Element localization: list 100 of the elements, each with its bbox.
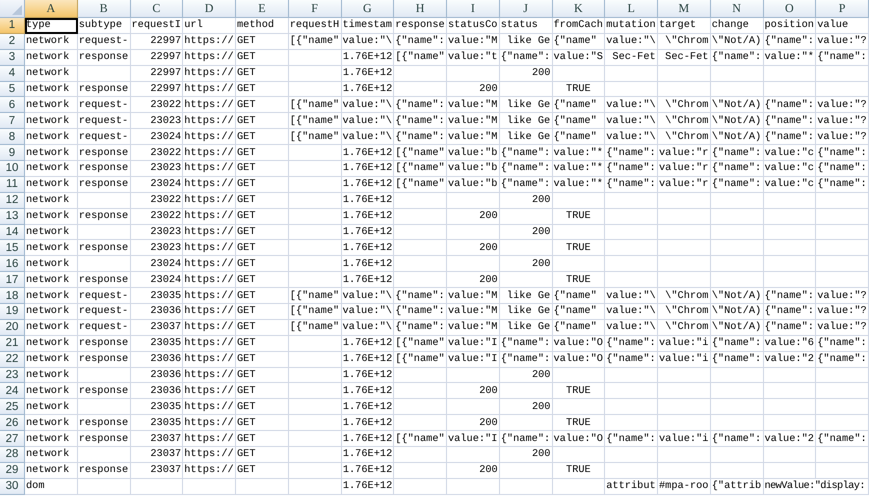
column-header[interactable]: C bbox=[130, 0, 184, 18]
empty-cell bbox=[447, 478, 500, 495]
empty-cell bbox=[605, 256, 658, 272]
table-cell: 22997 bbox=[130, 66, 184, 82]
row-header[interactable]: 28 bbox=[0, 447, 25, 463]
column-header[interactable]: O bbox=[764, 0, 816, 18]
row-header[interactable]: 20 bbox=[0, 320, 25, 336]
column-header[interactable]: J bbox=[500, 0, 552, 18]
table-cell: https:// bbox=[183, 368, 236, 384]
column-header[interactable]: P bbox=[816, 0, 869, 18]
table-cell: {"name": bbox=[764, 320, 816, 336]
table-cell: fromCach bbox=[552, 18, 606, 34]
table-cell: https:// bbox=[183, 288, 236, 304]
empty-cell bbox=[764, 66, 816, 82]
select-all-button[interactable] bbox=[0, 0, 25, 18]
empty-cell bbox=[447, 224, 500, 240]
empty-cell bbox=[710, 415, 764, 432]
table-cell: GET bbox=[236, 82, 289, 98]
row-header[interactable]: 21 bbox=[0, 336, 25, 352]
column-header[interactable]: N bbox=[710, 0, 764, 18]
table-cell: \"Not/A) bbox=[710, 129, 764, 146]
table-cell: https:// bbox=[183, 383, 236, 400]
table-cell: GET bbox=[236, 34, 289, 50]
row-header[interactable]: 3 bbox=[0, 50, 25, 66]
empty-cell bbox=[394, 272, 447, 288]
table-cell: GET bbox=[236, 208, 289, 225]
table-cell: GET bbox=[236, 415, 289, 432]
row-header[interactable]: 6 bbox=[0, 97, 25, 114]
empty-cell bbox=[605, 368, 658, 384]
column-header[interactable]: K bbox=[552, 0, 606, 18]
column-header[interactable]: A bbox=[25, 0, 78, 18]
table-cell: https:// bbox=[183, 208, 236, 225]
table-cell: {"name": bbox=[605, 336, 658, 352]
table-cell: value:"M bbox=[447, 129, 500, 146]
column-header[interactable]: F bbox=[288, 0, 342, 18]
row-header[interactable]: 8 bbox=[0, 129, 25, 146]
table-cell: GET bbox=[236, 145, 289, 162]
table-cell: {"name": bbox=[710, 352, 764, 368]
row-header[interactable]: 14 bbox=[0, 224, 25, 240]
table-cell: {"name": bbox=[816, 50, 869, 66]
table-cell: method bbox=[236, 18, 289, 34]
table-cell: Sec-Fet bbox=[605, 50, 658, 66]
row-header[interactable]: 13 bbox=[0, 208, 25, 225]
row-header[interactable]: 24 bbox=[0, 383, 25, 400]
row-header[interactable]: 10 bbox=[0, 161, 25, 177]
table-cell: 23022 bbox=[130, 97, 184, 114]
row-header[interactable]: 7 bbox=[0, 113, 25, 130]
row-header[interactable]: 16 bbox=[0, 256, 25, 272]
empty-cell bbox=[447, 399, 500, 416]
row-header[interactable]: 4 bbox=[0, 66, 25, 82]
empty-cell bbox=[288, 176, 342, 193]
row-header[interactable]: 25 bbox=[0, 399, 25, 416]
table-cell: 200 bbox=[447, 415, 500, 432]
column-header[interactable]: I bbox=[447, 0, 500, 18]
table-cell: \"Not/A) bbox=[710, 320, 764, 336]
empty-cell bbox=[816, 240, 869, 256]
empty-cell bbox=[394, 82, 447, 98]
table-cell: GET bbox=[236, 336, 289, 352]
row-header[interactable]: 19 bbox=[0, 304, 25, 320]
table-cell: value:"\ bbox=[342, 97, 394, 114]
row-header[interactable]: 27 bbox=[0, 431, 25, 448]
table-cell: [{"name" bbox=[288, 97, 342, 114]
row-header[interactable]: 29 bbox=[0, 462, 25, 479]
table-cell: {"name": bbox=[394, 288, 447, 304]
row-header[interactable]: 2 bbox=[0, 34, 25, 50]
row-header[interactable]: 26 bbox=[0, 415, 25, 432]
row-header[interactable]: 11 bbox=[0, 176, 25, 193]
table-cell: https:// bbox=[183, 256, 236, 272]
column-header[interactable]: G bbox=[342, 0, 394, 18]
row-header[interactable]: 5 bbox=[0, 82, 25, 98]
table-cell: {"name": bbox=[394, 113, 447, 130]
column-header[interactable]: L bbox=[605, 0, 658, 18]
table-cell: {"name": bbox=[710, 145, 764, 162]
row-header[interactable]: 12 bbox=[0, 192, 25, 209]
column-header[interactable]: E bbox=[236, 0, 289, 18]
table-cell: value:"\ bbox=[342, 288, 394, 304]
column-header[interactable]: B bbox=[78, 0, 130, 18]
column-header[interactable]: H bbox=[394, 0, 447, 18]
table-cell: 23035 bbox=[130, 399, 184, 416]
row-header[interactable]: 15 bbox=[0, 240, 25, 256]
table-cell: 23022 bbox=[130, 145, 184, 162]
row-header[interactable]: 23 bbox=[0, 368, 25, 384]
table-cell: response bbox=[78, 431, 130, 448]
column-header[interactable]: M bbox=[658, 0, 711, 18]
table-cell: 22997 bbox=[130, 50, 184, 66]
row-header[interactable]: 9 bbox=[0, 145, 25, 162]
row-header[interactable]: 22 bbox=[0, 352, 25, 368]
table-cell: [{"name" bbox=[394, 336, 447, 352]
table-cell: newValue:"display: bbox=[764, 478, 869, 495]
table-cell: 23035 bbox=[130, 288, 184, 304]
row-header[interactable]: 30 bbox=[0, 478, 25, 495]
empty-cell bbox=[500, 272, 552, 288]
column-header[interactable]: D bbox=[183, 0, 236, 18]
table-cell: 1.76E+12 bbox=[342, 66, 394, 82]
row-header[interactable]: 1 bbox=[0, 18, 25, 34]
table-cell: {"name": bbox=[394, 304, 447, 320]
table-cell: https:// bbox=[183, 352, 236, 368]
row-header[interactable]: 17 bbox=[0, 272, 25, 288]
table-cell: {"name": bbox=[500, 431, 552, 448]
row-header[interactable]: 18 bbox=[0, 288, 25, 304]
